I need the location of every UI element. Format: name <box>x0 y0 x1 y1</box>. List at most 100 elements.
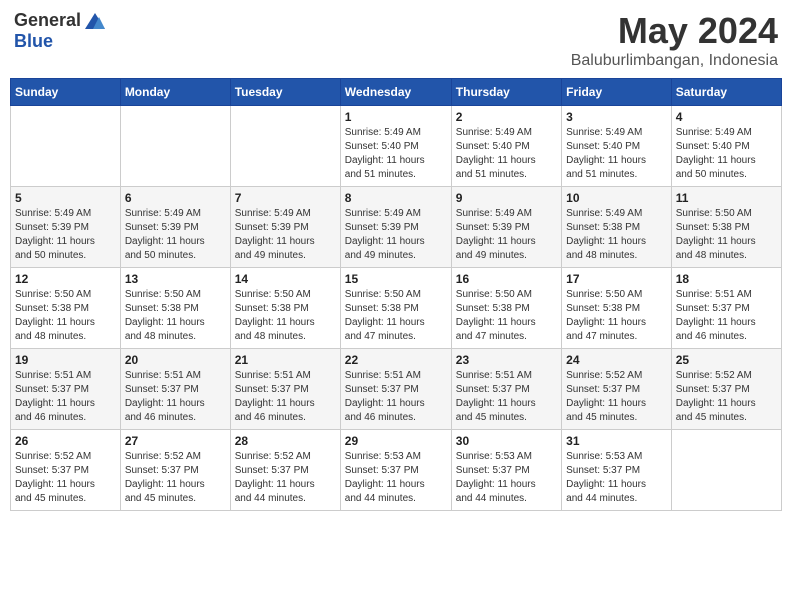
day-number: 17 <box>566 272 667 286</box>
day-info: Sunrise: 5:52 AM Sunset: 5:37 PM Dayligh… <box>566 369 667 425</box>
day-number: 23 <box>456 353 557 367</box>
day-number: 4 <box>676 110 777 124</box>
day-number: 26 <box>15 434 116 448</box>
calendar-week-3: 12 Sunrise: 5:50 AM Sunset: 5:38 PM Dayli… <box>11 268 782 349</box>
calendar-cell: 17Sunrise: 5:50 AM Sunset: 5:38 PM Dayli… <box>562 268 672 349</box>
weekday-header-sunday: Sunday <box>11 79 121 106</box>
day-number: 24 <box>566 353 667 367</box>
calendar-cell: 24 Sunrise: 5:52 AM Sunset: 5:37 PM Dayli… <box>562 349 672 430</box>
day-number: 1 <box>345 110 447 124</box>
calendar-cell: 31 Sunrise: 5:53 AM Sunset: 5:37 PM Dayli… <box>562 430 672 511</box>
day-info: Sunrise: 5:51 AM Sunset: 5:37 PM Dayligh… <box>235 369 336 425</box>
day-number: 22 <box>345 353 447 367</box>
day-info: Sunrise: 5:51 AM Sunset: 5:37 PM Dayligh… <box>456 369 557 425</box>
day-info: Sunrise: 5:50 AM Sunset: 5:38 PM Dayligh… <box>345 288 447 344</box>
day-info: Sunrise: 5:50 AM Sunset: 5:38 PM Dayligh… <box>125 288 226 344</box>
day-number: 30 <box>456 434 557 448</box>
calendar-cell: 22 Sunrise: 5:51 AM Sunset: 5:37 PM Dayli… <box>340 349 451 430</box>
calendar-cell <box>230 106 340 187</box>
weekday-header-thursday: Thursday <box>451 79 561 106</box>
calendar-cell: 13 Sunrise: 5:50 AM Sunset: 5:38 PM Dayli… <box>120 268 230 349</box>
day-info: Sunrise: 5:53 AM Sunset: 5:37 PM Dayligh… <box>456 450 557 506</box>
day-info: Sunrise: 5:49 AM Sunset: 5:39 PM Dayligh… <box>345 207 447 263</box>
calendar-cell: 16Sunrise: 5:50 AM Sunset: 5:38 PM Dayli… <box>451 268 561 349</box>
weekday-header-saturday: Saturday <box>671 79 781 106</box>
calendar-cell: 20 Sunrise: 5:51 AM Sunset: 5:37 PM Dayli… <box>120 349 230 430</box>
day-info: Sunrise: 5:53 AM Sunset: 5:37 PM Dayligh… <box>345 450 447 506</box>
day-info: Sunrise: 5:51 AM Sunset: 5:37 PM Dayligh… <box>345 369 447 425</box>
day-info: Sunrise: 5:52 AM Sunset: 5:37 PM Dayligh… <box>235 450 336 506</box>
logo-blue-text: Blue <box>14 31 53 52</box>
day-number: 2 <box>456 110 557 124</box>
day-info: Sunrise: 5:53 AM Sunset: 5:37 PM Dayligh… <box>566 450 667 506</box>
calendar-cell: 14 Sunrise: 5:50 AM Sunset: 5:38 PM Dayli… <box>230 268 340 349</box>
day-info: Sunrise: 5:51 AM Sunset: 5:37 PM Dayligh… <box>15 369 116 425</box>
day-info: Sunrise: 5:52 AM Sunset: 5:37 PM Dayligh… <box>676 369 777 425</box>
calendar-cell: 6 Sunrise: 5:49 AM Sunset: 5:39 PM Daylig… <box>120 187 230 268</box>
day-info: Sunrise: 5:51 AM Sunset: 5:37 PM Dayligh… <box>125 369 226 425</box>
calendar-cell: 3 Sunrise: 5:49 AM Sunset: 5:40 PM Daylig… <box>562 106 672 187</box>
title-section: May 2024 Baluburlimbangan, Indonesia <box>571 10 778 70</box>
calendar-cell: 12 Sunrise: 5:50 AM Sunset: 5:38 PM Dayli… <box>11 268 121 349</box>
day-number: 6 <box>125 191 226 205</box>
calendar-week-2: 5 Sunrise: 5:49 AM Sunset: 5:39 PM Daylig… <box>11 187 782 268</box>
day-info: Sunrise: 5:50 AM Sunset: 5:38 PM Dayligh… <box>15 288 116 344</box>
day-number: 12 <box>15 272 116 286</box>
calendar-cell: 29 Sunrise: 5:53 AM Sunset: 5:37 PM Dayli… <box>340 430 451 511</box>
day-number: 27 <box>125 434 226 448</box>
day-info: Sunrise: 5:49 AM Sunset: 5:39 PM Dayligh… <box>15 207 116 263</box>
calendar-cell: 18Sunrise: 5:51 AM Sunset: 5:37 PM Dayli… <box>671 268 781 349</box>
day-number: 8 <box>345 191 447 205</box>
calendar-cell: 26 Sunrise: 5:52 AM Sunset: 5:37 PM Dayli… <box>11 430 121 511</box>
day-info: Sunrise: 5:49 AM Sunset: 5:40 PM Dayligh… <box>566 126 667 182</box>
logo-icon <box>85 13 105 29</box>
calendar-cell: 1 Sunrise: 5:49 AM Sunset: 5:40 PM Daylig… <box>340 106 451 187</box>
day-info: Sunrise: 5:49 AM Sunset: 5:40 PM Dayligh… <box>456 126 557 182</box>
day-info: Sunrise: 5:49 AM Sunset: 5:40 PM Dayligh… <box>345 126 447 182</box>
day-info: Sunrise: 5:49 AM Sunset: 5:40 PM Dayligh… <box>676 126 777 182</box>
weekday-header-friday: Friday <box>562 79 672 106</box>
day-info: Sunrise: 5:49 AM Sunset: 5:39 PM Dayligh… <box>456 207 557 263</box>
calendar-table: SundayMondayTuesdayWednesdayThursdayFrid… <box>10 78 782 511</box>
calendar-cell: 10Sunrise: 5:49 AM Sunset: 5:38 PM Dayli… <box>562 187 672 268</box>
day-number: 7 <box>235 191 336 205</box>
day-number: 14 <box>235 272 336 286</box>
day-info: Sunrise: 5:51 AM Sunset: 5:37 PM Dayligh… <box>676 288 777 344</box>
day-number: 19 <box>15 353 116 367</box>
calendar-cell: 19 Sunrise: 5:51 AM Sunset: 5:37 PM Dayli… <box>11 349 121 430</box>
day-number: 5 <box>15 191 116 205</box>
calendar-cell: 30 Sunrise: 5:53 AM Sunset: 5:37 PM Dayli… <box>451 430 561 511</box>
calendar-cell: 27 Sunrise: 5:52 AM Sunset: 5:37 PM Dayli… <box>120 430 230 511</box>
day-info: Sunrise: 5:49 AM Sunset: 5:38 PM Dayligh… <box>566 207 667 263</box>
calendar-cell: 4 Sunrise: 5:49 AM Sunset: 5:40 PM Daylig… <box>671 106 781 187</box>
day-number: 28 <box>235 434 336 448</box>
calendar-cell: 5 Sunrise: 5:49 AM Sunset: 5:39 PM Daylig… <box>11 187 121 268</box>
day-info: Sunrise: 5:52 AM Sunset: 5:37 PM Dayligh… <box>125 450 226 506</box>
day-info: Sunrise: 5:50 AM Sunset: 5:38 PM Dayligh… <box>235 288 336 344</box>
day-number: 13 <box>125 272 226 286</box>
month-title: May 2024 <box>571 10 778 52</box>
calendar-cell: 11Sunrise: 5:50 AM Sunset: 5:38 PM Dayli… <box>671 187 781 268</box>
day-number: 25 <box>676 353 777 367</box>
calendar-cell: 21 Sunrise: 5:51 AM Sunset: 5:37 PM Dayli… <box>230 349 340 430</box>
day-info: Sunrise: 5:49 AM Sunset: 5:39 PM Dayligh… <box>125 207 226 263</box>
weekday-header-monday: Monday <box>120 79 230 106</box>
day-number: 3 <box>566 110 667 124</box>
logo-general-text: General <box>14 10 81 31</box>
calendar-header-row: SundayMondayTuesdayWednesdayThursdayFrid… <box>11 79 782 106</box>
calendar-cell <box>671 430 781 511</box>
day-number: 31 <box>566 434 667 448</box>
day-number: 20 <box>125 353 226 367</box>
day-number: 29 <box>345 434 447 448</box>
calendar-cell: 25 Sunrise: 5:52 AM Sunset: 5:37 PM Dayli… <box>671 349 781 430</box>
page-header: General Blue May 2024 Baluburlimbangan, … <box>10 10 782 70</box>
day-number: 21 <box>235 353 336 367</box>
day-number: 16 <box>456 272 557 286</box>
calendar-week-1: 1 Sunrise: 5:49 AM Sunset: 5:40 PM Daylig… <box>11 106 782 187</box>
calendar-cell: 9Sunrise: 5:49 AM Sunset: 5:39 PM Daylig… <box>451 187 561 268</box>
calendar-week-4: 19 Sunrise: 5:51 AM Sunset: 5:37 PM Dayli… <box>11 349 782 430</box>
day-info: Sunrise: 5:52 AM Sunset: 5:37 PM Dayligh… <box>15 450 116 506</box>
calendar-cell: 28 Sunrise: 5:52 AM Sunset: 5:37 PM Dayli… <box>230 430 340 511</box>
weekday-header-tuesday: Tuesday <box>230 79 340 106</box>
day-info: Sunrise: 5:49 AM Sunset: 5:39 PM Dayligh… <box>235 207 336 263</box>
